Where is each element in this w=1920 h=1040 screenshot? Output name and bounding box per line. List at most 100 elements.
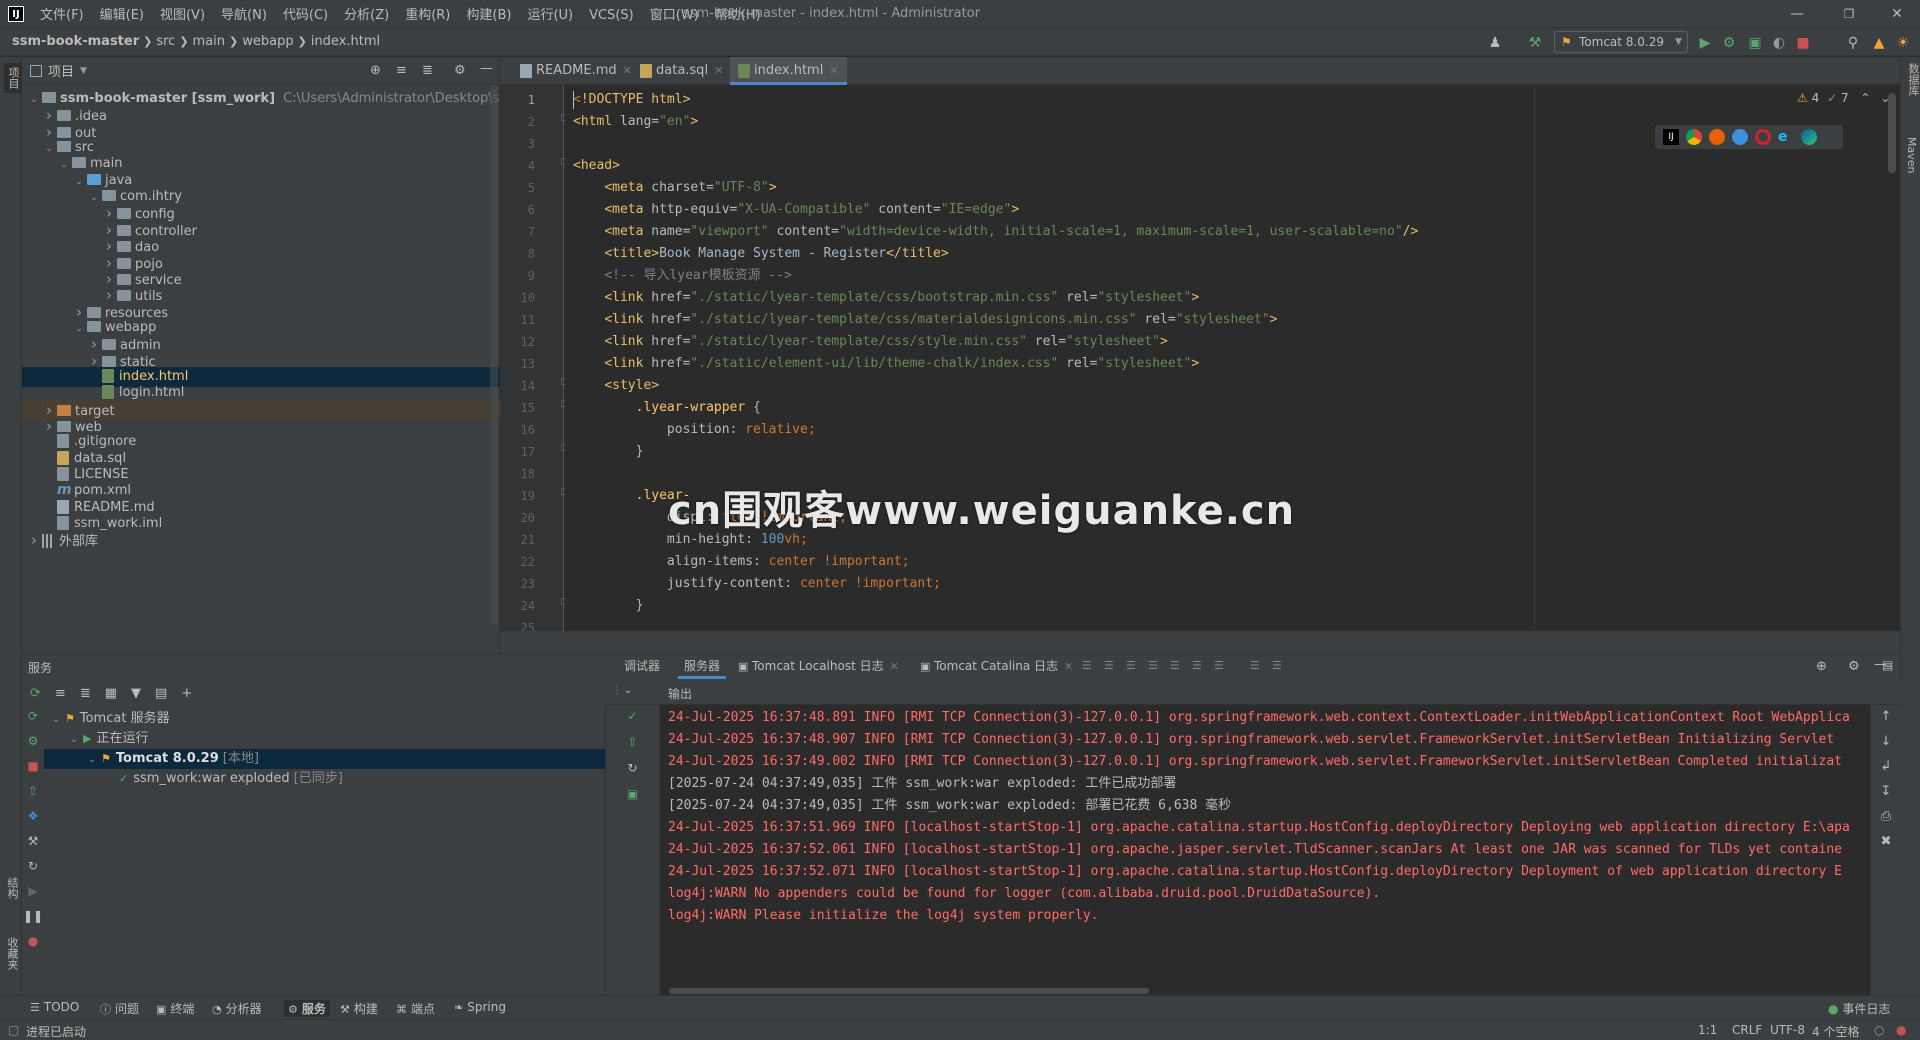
print-icon[interactable]: ⎙ — [1881, 809, 1891, 824]
menu-item[interactable]: 编辑(E) — [92, 8, 152, 23]
console-tab[interactable]: ▣ Tomcat Catalina 日志 ✕ — [918, 654, 1079, 679]
refresh-icon[interactable]: ☰ — [1192, 659, 1202, 672]
more-icon[interactable]: ⋮ — [612, 685, 622, 696]
ie-icon[interactable]: e — [1778, 129, 1794, 145]
breadcrumb-item[interactable]: main — [193, 34, 225, 49]
project-tree-scrollbar[interactable] — [490, 85, 498, 625]
deploy-icon[interactable]: ⇧ — [28, 784, 38, 798]
menu-item[interactable]: 视图(V) — [152, 8, 213, 23]
list-icon[interactable]: ☰ — [1082, 659, 1092, 672]
error-icon[interactable]: ● — [1896, 1023, 1906, 1037]
structure-tool-button[interactable]: 结构 — [4, 877, 20, 899]
ide-icon[interactable]: ☀ — [1894, 34, 1912, 52]
line-separator[interactable]: CRLF — [1732, 1023, 1762, 1037]
service-tree-item[interactable]: ✓ ssm_work:war exploded [已同步] — [44, 769, 605, 789]
service-tree-item[interactable]: ⌄ ⚑ Tomcat 8.0.29 [本地] — [44, 749, 605, 769]
deploy-icon[interactable]: ⇧ — [627, 735, 637, 749]
arrow-up-icon[interactable]: ↑ — [1881, 709, 1892, 724]
pause-icon[interactable]: ❚❚ — [23, 909, 43, 923]
tool-window-button[interactable]: ⚒ 构建 — [340, 1000, 378, 1017]
gear-icon[interactable]: ⚙ — [454, 63, 466, 78]
restore-icon[interactable]: ❐ — [1826, 2, 1872, 26]
open-browser-icon[interactable]: ▣ — [627, 787, 638, 801]
console-tab[interactable]: 调试器 — [618, 654, 666, 679]
wrench-icon[interactable]: ⚒ — [28, 834, 39, 848]
chevron-down-icon[interactable]: ⌄ — [68, 730, 80, 750]
tool-window-button[interactable]: ⌘ 端点 — [396, 1000, 435, 1017]
tool-window-button[interactable]: ◔ 分析器 — [212, 1000, 262, 1017]
editor-tab[interactable]: data.sql ✕ — [632, 57, 731, 85]
refresh-icon[interactable]: ⟳ — [30, 686, 41, 701]
chevron-up-icon[interactable]: ⌃ — [1860, 91, 1870, 105]
tool-window-button[interactable]: ▣ 终端 — [156, 1000, 194, 1017]
editor-tab[interactable]: index.html ✕ — [730, 57, 847, 85]
menu-item[interactable]: 代码(C) — [275, 8, 336, 23]
locate-file-icon[interactable]: ⊕ — [370, 63, 381, 78]
caret-position[interactable]: 1:1 — [1698, 1023, 1717, 1037]
chevron-down-icon[interactable]: ▼ — [80, 66, 87, 76]
menu-item[interactable]: VCS(S) — [581, 8, 642, 23]
menu-item[interactable]: 文件(F) — [32, 8, 92, 23]
tool-window-button[interactable]: ❧ Spring — [454, 1000, 506, 1014]
project-tool-button[interactable]: 项目 — [4, 63, 22, 93]
editor-scrollbar[interactable] — [1888, 93, 1896, 173]
opera-icon[interactable] — [1755, 129, 1771, 145]
menu-item[interactable]: 导航(N) — [213, 8, 275, 23]
soft-wrap-icon[interactable]: ↲ — [1881, 759, 1892, 774]
service-tree-item[interactable]: ⌄ ⚑ Tomcat 服务器 — [44, 709, 605, 729]
breakpoint-icon[interactable]: ● — [28, 934, 38, 948]
project-panel-title[interactable]: 项目 — [48, 61, 74, 80]
edge-icon[interactable] — [1801, 129, 1817, 145]
upload-icon[interactable]: ☰ — [1170, 659, 1180, 672]
tree-item[interactable]: › 外部库 — [22, 530, 500, 550]
collapse-all-icon[interactable]: ≣ — [80, 686, 91, 701]
chevron-down-icon[interactable]: ⌄ — [50, 710, 62, 730]
expand-all-icon[interactable]: ≡ — [396, 63, 407, 78]
profile-icon[interactable]: ◐ — [1770, 34, 1788, 52]
close-window-icon[interactable]: ✕ — [1874, 2, 1920, 26]
debug-icon[interactable]: ⚙ — [1720, 34, 1738, 52]
stop-icon[interactable]: ■ — [1794, 34, 1812, 52]
breadcrumb-item[interactable]: ssm-book-master — [12, 34, 139, 49]
stop-icon[interactable]: ■ — [27, 759, 38, 773]
resume-icon[interactable]: ▶ — [28, 884, 37, 898]
chevron-down-icon[interactable]: ⌄ — [624, 685, 632, 696]
add-icon[interactable]: + — [181, 686, 192, 701]
reload-icon[interactable]: ↻ — [627, 761, 637, 775]
breadcrumb-item[interactable]: webapp — [242, 34, 293, 49]
collapse-all-icon[interactable]: ≣ — [422, 63, 433, 78]
tool-window-button[interactable]: ⓘ 问题 — [100, 1000, 139, 1017]
chevron-down-icon[interactable]: ⌄ — [86, 750, 98, 770]
menu-item[interactable]: 构建(B) — [458, 8, 519, 23]
up-icon[interactable]: ☰ — [1104, 659, 1114, 672]
reload-icon[interactable]: ↻ — [28, 859, 38, 873]
rerun-icon[interactable]: ⟳ — [28, 709, 38, 723]
editor-tab[interactable]: README.md ✕ — [512, 57, 640, 85]
close-tab-icon[interactable]: ✕ — [714, 64, 723, 77]
run-configuration-select[interactable]: ⚑ Tomcat 8.0.29 ▼ — [1554, 31, 1688, 53]
download-icon[interactable]: ☰ — [1126, 659, 1136, 672]
coverage-icon[interactable]: ▣ — [1746, 34, 1764, 52]
search-everywhere-icon[interactable]: ⚲ — [1844, 34, 1862, 52]
indent-setting[interactable]: 4 个空格 — [1812, 1023, 1859, 1040]
lock-icon[interactable]: ○ — [1874, 1023, 1884, 1037]
clear-icon[interactable]: ☰ — [1214, 659, 1224, 672]
console-tab[interactable]: 服务器 — [678, 654, 727, 679]
run-icon[interactable]: ▶ — [1696, 34, 1714, 52]
update-app-icon[interactable]: ❖ — [28, 809, 39, 823]
menu-item[interactable]: 运行(U) — [519, 8, 581, 23]
close-tab-icon[interactable]: ✕ — [890, 660, 899, 673]
arrow-down-icon[interactable]: ↓ — [1881, 734, 1892, 749]
filter-icon[interactable]: ▼ — [131, 686, 141, 701]
menu-item[interactable]: 重构(R) — [397, 8, 458, 23]
intellij-browser-icon[interactable]: IJ — [1663, 129, 1679, 145]
service-tree-item[interactable]: ⌄ ▶ 正在运行 — [44, 729, 605, 749]
database-tool-button[interactable]: 数据库 — [1905, 63, 1920, 96]
close-tab-icon[interactable]: ✕ — [1064, 660, 1073, 673]
settings-list-icon[interactable]: ☰ — [1272, 659, 1282, 672]
minimize-icon[interactable]: — — [1774, 2, 1820, 26]
download-icon[interactable]: ☰ — [1148, 659, 1158, 672]
close-tab-icon[interactable]: ✕ — [623, 64, 632, 77]
update-icon[interactable]: ▲ — [1870, 34, 1888, 52]
intellij-logo-icon[interactable]: IJ — [8, 5, 24, 22]
